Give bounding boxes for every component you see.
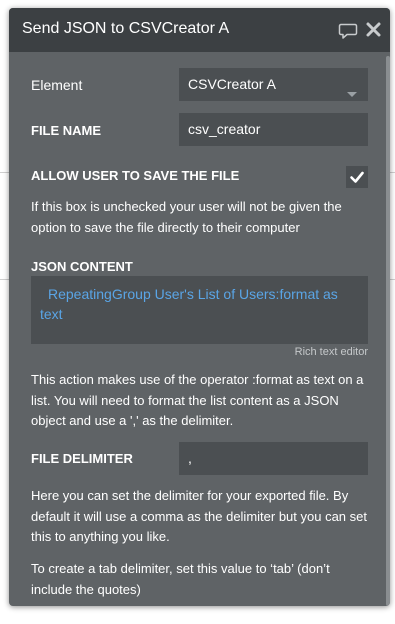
panel-scrollbar[interactable]: [386, 56, 390, 606]
file-delimiter-help: Here you can set the delimiter for your …: [31, 488, 367, 544]
element-label: Element: [31, 77, 83, 93]
element-dropdown[interactable]: CSVCreator A: [179, 68, 368, 101]
allow-save-checkbox[interactable]: [346, 166, 368, 188]
tab-delimiter-help: To create a tab delimiter, set this valu…: [31, 561, 330, 597]
file-delimiter-value: ,: [188, 450, 192, 466]
json-content-editor[interactable]: RepeatingGroup User's List of Users:form…: [31, 276, 368, 344]
chevron-down-icon[interactable]: [347, 92, 357, 97]
element-dropdown-value: CSVCreator A: [188, 76, 276, 92]
allow-save-label: ALLOW USER TO SAVE THE FILE: [31, 168, 240, 183]
file-delimiter-label: FILE DELIMITER: [31, 451, 133, 466]
rich-text-editor-link[interactable]: Rich text editor: [31, 346, 368, 358]
comment-icon[interactable]: [338, 20, 358, 40]
checkmark-icon: [350, 171, 364, 183]
file-name-value: csv_creator: [188, 121, 261, 137]
panel-title: Send JSON to CSVCreator A: [22, 20, 230, 37]
json-content-help: This action makes use of the operator :f…: [31, 372, 364, 428]
json-content-label: JSON CONTENT: [31, 259, 133, 274]
file-name-input[interactable]: csv_creator: [179, 113, 368, 146]
file-delimiter-input[interactable]: ,: [179, 442, 368, 475]
file-name-label: FILE NAME: [31, 123, 102, 138]
close-icon[interactable]: [365, 21, 382, 38]
panel-header[interactable]: Send JSON to CSVCreator A: [9, 8, 390, 52]
json-content-expression[interactable]: RepeatingGroup User's List of Users:form…: [40, 286, 338, 322]
allow-save-help: If this box is unchecked your user will …: [31, 199, 342, 235]
property-editor-panel: Send JSON to CSVCreator A Element CSVCre…: [9, 8, 390, 606]
